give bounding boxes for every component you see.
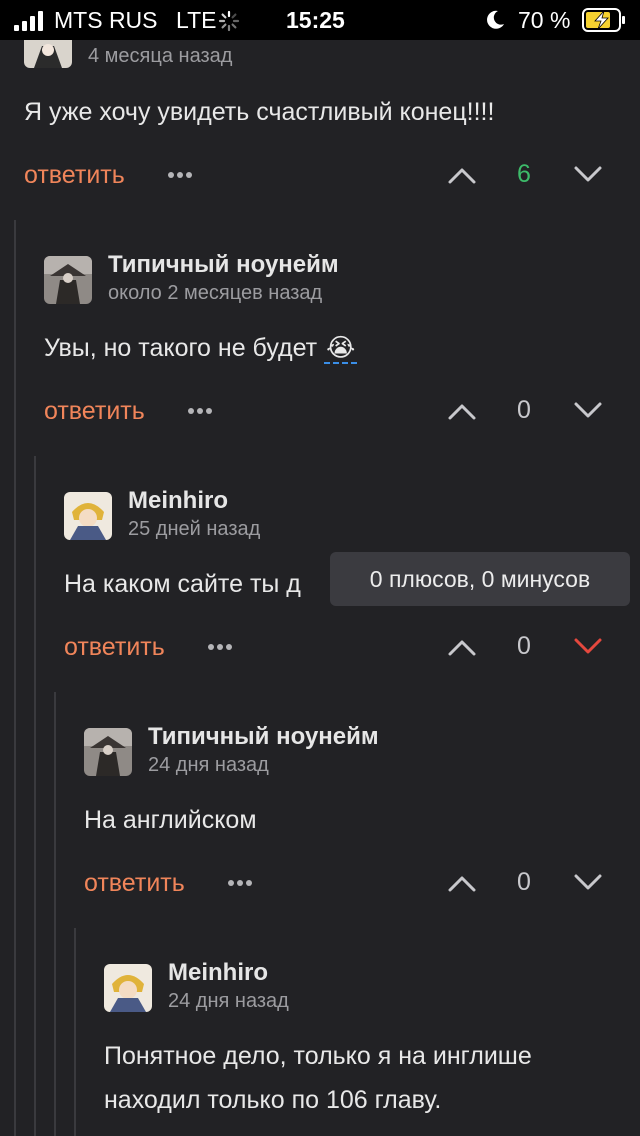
comment-timestamp: около 2 месяцев назад [108,282,323,304]
downvote-chevron-down-icon[interactable] [573,164,603,186]
downvote-chevron-down-icon[interactable] [573,636,603,658]
thread-line [74,928,76,1136]
comment-text: На каком сайте ты д [64,570,301,598]
comment-author[interactable]: Meinhiro [168,959,268,987]
loading-spinner-icon [218,10,240,32]
carrier-name: MTS RUS [54,7,158,33]
thread-line [14,220,16,1136]
do-not-disturb-moon-icon [487,10,504,29]
reply-button[interactable]: ответить [84,869,185,898]
user-avatar[interactable] [104,964,152,1012]
comment-timestamp: 4 месяца назад [88,45,233,67]
crying-face-emoji: 😭 [324,334,358,364]
downvote-chevron-down-icon[interactable] [573,872,603,894]
reply-button[interactable]: ответить [44,397,145,426]
reply-button[interactable]: ответить [64,633,165,662]
signal-strength-icon [14,9,46,31]
user-avatar[interactable] [64,492,112,540]
more-dots-icon[interactable] [208,643,234,651]
vote-score: 0 [517,868,531,896]
comment-text: На английском [84,806,257,834]
thread-line [34,456,36,1136]
comment-timestamp: 24 дня назад [148,754,269,776]
upvote-chevron-up-icon[interactable] [447,164,477,186]
vote-score: 0 [517,396,531,424]
comment-timestamp: 25 дней назад [128,518,261,540]
vote-tooltip: 0 плюсов, 0 минусов [330,552,630,606]
vote-score: 0 [517,632,531,660]
more-dots-icon[interactable] [188,407,214,415]
vote-score: 6 [517,160,531,188]
more-dots-icon[interactable] [168,171,194,179]
more-dots-icon[interactable] [228,879,254,887]
upvote-chevron-up-icon[interactable] [447,400,477,422]
comment-text-line: находил только по 106 главу. [104,1086,442,1114]
comment-text-body: Увы, но такого не будет [44,334,318,362]
user-avatar[interactable] [84,728,132,776]
comment-author[interactable]: Типичный ноунейм [148,723,379,751]
comment-author[interactable]: Типичный ноунейм [108,251,339,279]
battery-charging-icon [582,8,625,32]
user-avatar[interactable] [44,256,92,304]
reply-button[interactable]: ответить [24,161,125,190]
thread-line [54,692,56,1136]
comment-text: Увы, но такого не будет 😭 [44,326,358,370]
downvote-chevron-down-icon[interactable] [573,400,603,422]
comment-timestamp: 24 дня назад [168,990,289,1012]
upvote-chevron-up-icon[interactable] [447,872,477,894]
upvote-chevron-up-icon[interactable] [447,636,477,658]
network-type: LTE [176,7,217,33]
comment-text-line: Понятное дело, только я на инглише [104,1042,532,1070]
clock: 15:25 [286,7,345,33]
comment-text: Я уже хочу увидеть счастливый конец!!!! [24,98,495,126]
status-bar: MTS RUS LTE 15:25 70 % [0,0,640,40]
battery-percent: 70 % [518,7,571,33]
comment-author[interactable]: Meinhiro [128,487,228,515]
